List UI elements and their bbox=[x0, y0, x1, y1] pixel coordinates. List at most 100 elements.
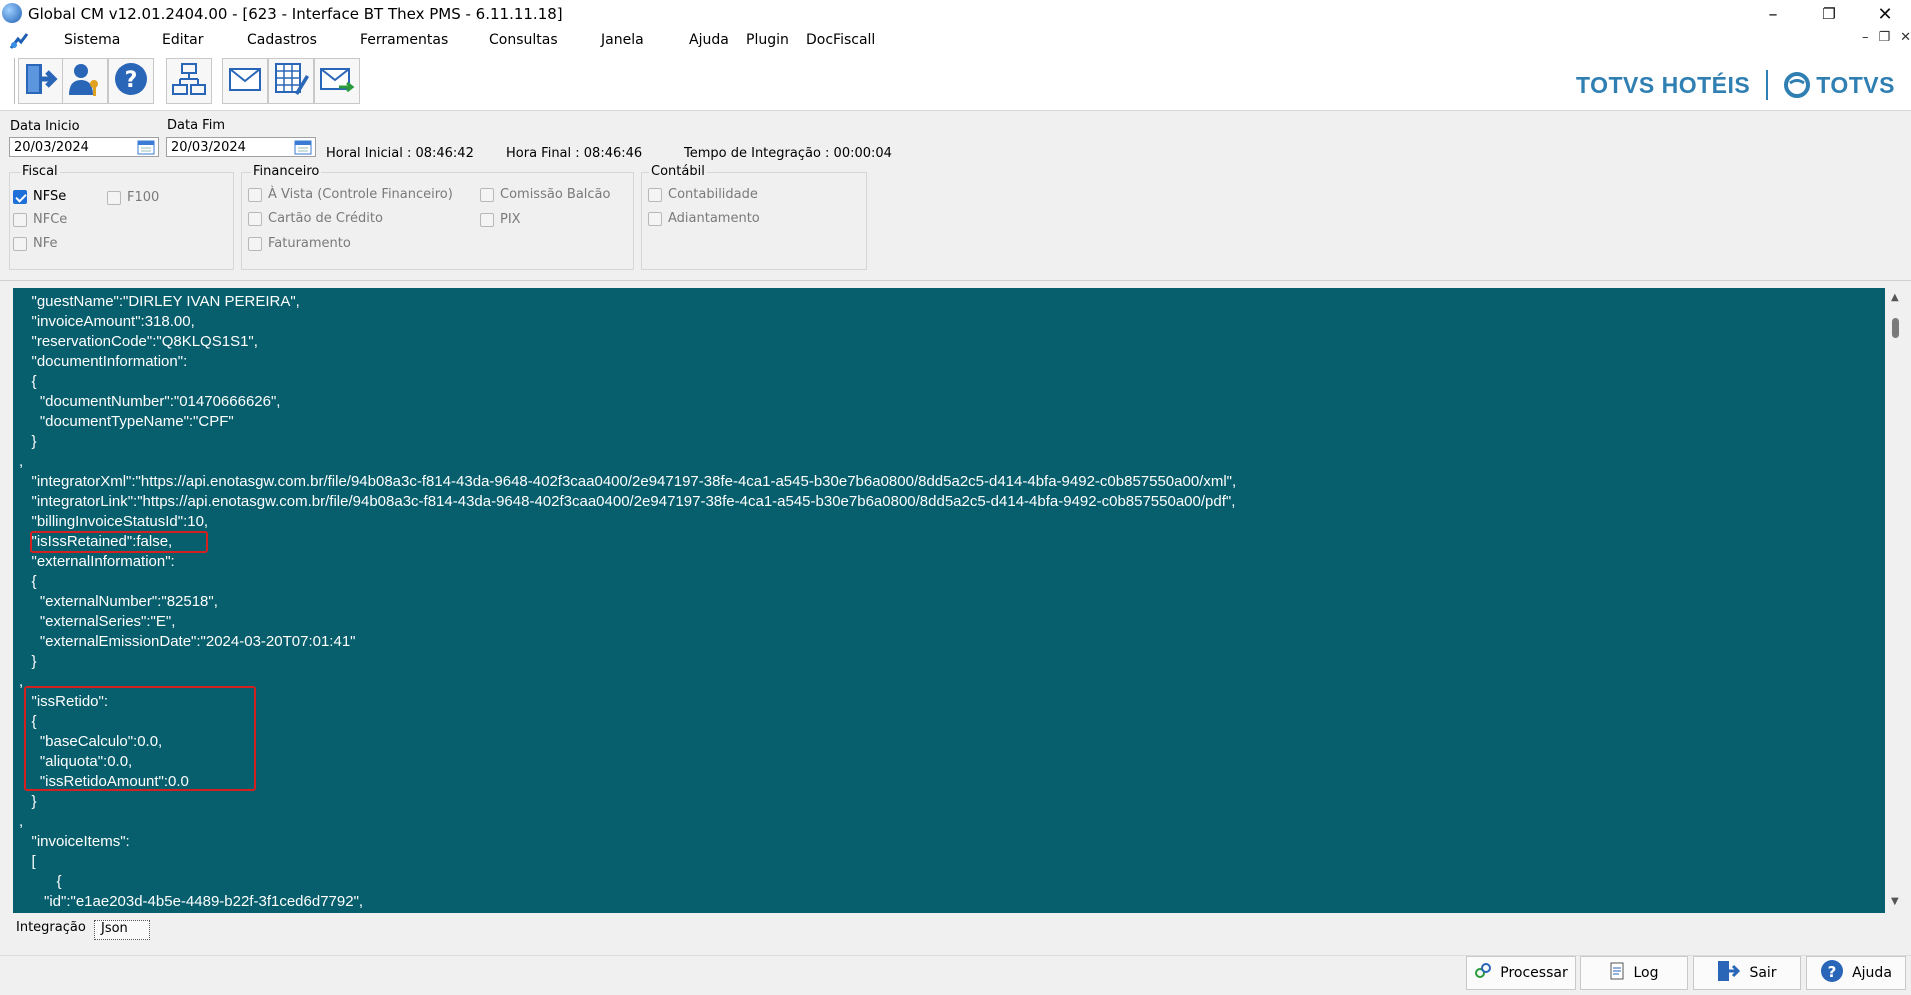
json-viewer[interactable]: "guestName":"DIRLEY IVAN PEREIRA", "invo… bbox=[13, 288, 1885, 913]
ajuda-button[interactable]: ? Ajuda bbox=[1806, 956, 1906, 990]
log-icon bbox=[1609, 962, 1625, 984]
menu-docfiscall[interactable]: DocFiscall bbox=[806, 32, 875, 48]
json-line: } bbox=[19, 433, 37, 450]
svg-text:?: ? bbox=[1828, 963, 1837, 981]
toolbar: ? TOTVS HOTÉIS TOTVS bbox=[0, 54, 1911, 111]
menu-ferramentas[interactable]: Ferramentas bbox=[360, 32, 448, 48]
json-line: "documentInformation": bbox=[19, 353, 188, 370]
json-line: "externalNumber":"82518", bbox=[19, 593, 218, 610]
menu-sistema[interactable]: Sistema bbox=[64, 32, 120, 48]
checkbox-nfe-box[interactable] bbox=[13, 236, 27, 251]
brand-separator bbox=[1766, 70, 1769, 100]
checkbox-faturamento-box[interactable] bbox=[248, 236, 262, 251]
json-line: "isIssRetained":false, bbox=[19, 533, 173, 550]
fiscal-group-title: Fiscal bbox=[20, 164, 60, 179]
svg-text:?: ? bbox=[125, 68, 138, 93]
checkbox-f100-box[interactable] bbox=[107, 190, 121, 205]
checkbox-pix[interactable]: PIX bbox=[480, 212, 521, 227]
close-button[interactable]: ✕ bbox=[1857, 0, 1911, 28]
json-line: "externalEmissionDate":"2024-03-20T07:01… bbox=[19, 633, 356, 650]
checkbox-nfse-box[interactable] bbox=[13, 189, 27, 204]
menu-bar: Sistema Editar Cadastros Ferramentas Con… bbox=[0, 28, 1911, 54]
mdi-close-icon[interactable]: ✕ bbox=[1900, 30, 1911, 45]
data-inicio-label: Data Inicio bbox=[10, 119, 80, 134]
json-line: , bbox=[19, 673, 24, 690]
menu-consultas[interactable]: Consultas bbox=[489, 32, 558, 48]
help-icon: ? bbox=[1820, 959, 1844, 987]
mdi-controls: – ❐ ✕ bbox=[1862, 30, 1911, 45]
scroll-thumb[interactable] bbox=[1892, 318, 1899, 338]
menu-editar[interactable]: Editar bbox=[162, 32, 203, 48]
tab-integracao[interactable]: Integração bbox=[16, 920, 86, 935]
app-globe-icon bbox=[2, 3, 22, 23]
help-button[interactable]: ? bbox=[108, 58, 154, 104]
hora-inicial-text: Horal Inicial : 08:46:42 bbox=[326, 146, 474, 161]
json-text: "guestName":"DIRLEY IVAN PEREIRA", "invo… bbox=[13, 288, 1885, 912]
restore-icon: ❐ bbox=[1822, 5, 1836, 23]
totvs-logo-icon bbox=[1784, 72, 1811, 98]
menu-ajuda[interactable]: Ajuda bbox=[689, 32, 729, 48]
checkbox-contabilidade-box[interactable] bbox=[648, 187, 662, 202]
help-icon: ? bbox=[113, 61, 149, 101]
checkbox-nfe[interactable]: NFe bbox=[13, 236, 58, 251]
mail-button[interactable] bbox=[222, 58, 268, 104]
log-button[interactable]: Log bbox=[1580, 956, 1688, 990]
checkbox-contabilidade[interactable]: Contabilidade bbox=[648, 187, 758, 202]
checkbox-cartao-credito-box[interactable] bbox=[248, 211, 262, 226]
checkbox-adiantamento[interactable]: Adiantamento bbox=[648, 211, 760, 226]
checkbox-f100[interactable]: F100 bbox=[107, 190, 159, 205]
user-key-button[interactable] bbox=[62, 58, 108, 104]
checkbox-nfce-box[interactable] bbox=[13, 212, 27, 227]
json-line: { bbox=[19, 873, 62, 890]
menu-janela[interactable]: Janela bbox=[601, 32, 644, 48]
json-line: { bbox=[19, 713, 37, 730]
tab-json[interactable]: Json bbox=[94, 920, 150, 940]
checkbox-a-vista-box[interactable] bbox=[248, 187, 262, 202]
checkbox-pix-box[interactable] bbox=[480, 212, 494, 227]
sair-button[interactable]: Sair bbox=[1693, 956, 1801, 990]
totvs-logo-text: TOTVS bbox=[1816, 71, 1895, 98]
data-fim-calendar-icon[interactable] bbox=[294, 139, 312, 159]
mdi-restore-icon[interactable]: ❐ bbox=[1878, 30, 1890, 45]
json-line: "issRetido": bbox=[19, 693, 109, 710]
checkbox-faturamento[interactable]: Faturamento bbox=[248, 236, 351, 251]
totvs-logo: TOTVS bbox=[1784, 72, 1895, 99]
json-scrollbar[interactable]: ▲ ▼ bbox=[1888, 288, 1904, 913]
title-bar: Global CM v12.01.2404.00 - [623 - Interf… bbox=[0, 0, 1911, 28]
tempo-integracao-text: Tempo de Integração : 00:00:04 bbox=[684, 146, 892, 161]
network-icon bbox=[171, 61, 207, 101]
json-line: "billingInvoiceStatusId":10, bbox=[19, 513, 209, 530]
financeiro-group-title: Financeiro bbox=[251, 164, 322, 179]
scroll-down-icon[interactable]: ▼ bbox=[1891, 896, 1899, 907]
checkbox-comissao-balcao-box[interactable] bbox=[480, 187, 494, 202]
contabil-group-title: Contábil bbox=[649, 164, 707, 179]
data-fim-label: Data Fim bbox=[167, 118, 225, 133]
table-edit-button[interactable] bbox=[268, 58, 314, 104]
processar-icon bbox=[1474, 963, 1492, 983]
json-line: "invoiceAmount":318.00, bbox=[19, 313, 195, 330]
menu-cadastros[interactable]: Cadastros bbox=[247, 32, 317, 48]
mdi-minimize-icon[interactable]: – bbox=[1862, 30, 1869, 45]
app-menu-icon[interactable] bbox=[8, 31, 30, 51]
brand-area: TOTVS HOTÉIS TOTVS bbox=[1576, 70, 1895, 100]
menu-plugin[interactable]: Plugin bbox=[746, 32, 789, 48]
checkbox-a-vista[interactable]: À Vista (Controle Financeiro) bbox=[248, 187, 453, 202]
json-line: "reservationCode":"Q8KLQS1S1", bbox=[19, 333, 258, 350]
json-line: , bbox=[19, 813, 24, 830]
network-button[interactable] bbox=[166, 58, 212, 104]
highlight-isissretained bbox=[30, 531, 208, 553]
checkbox-nfse[interactable]: NFSe bbox=[13, 189, 66, 204]
mail-send-button[interactable] bbox=[314, 58, 360, 104]
checkbox-comissao-balcao[interactable]: Comissão Balcão bbox=[480, 187, 610, 202]
checkbox-adiantamento-box[interactable] bbox=[648, 211, 662, 226]
restore-button[interactable]: ❐ bbox=[1801, 0, 1857, 28]
processar-button[interactable]: Processar bbox=[1466, 956, 1576, 990]
data-inicio-calendar-icon[interactable] bbox=[137, 139, 155, 159]
checkbox-cartao-credito[interactable]: Cartão de Crédito bbox=[248, 211, 383, 226]
minimize-button[interactable]: – bbox=[1745, 0, 1801, 28]
exit-button[interactable] bbox=[18, 58, 64, 104]
scroll-up-icon[interactable]: ▲ bbox=[1891, 292, 1899, 303]
checkbox-nfce[interactable]: NFCe bbox=[13, 212, 67, 227]
json-line: "issRetidoAmount":0.0 bbox=[19, 773, 189, 790]
mail-icon bbox=[227, 61, 263, 101]
